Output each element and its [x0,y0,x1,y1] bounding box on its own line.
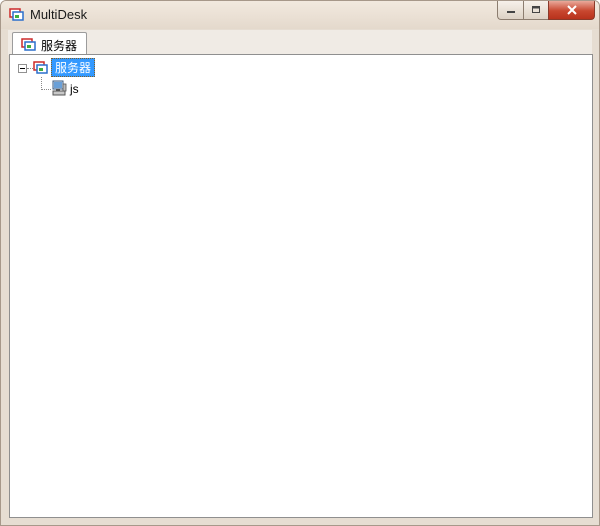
minimize-button[interactable] [497,1,523,20]
close-button[interactable] [548,1,595,20]
maximize-icon [532,6,540,13]
server-tree-panel: 服务器 js [9,54,593,518]
title-bar[interactable]: MultiDesk [1,1,599,29]
server-group-icon [33,61,48,74]
window-title: MultiDesk [30,7,88,22]
tree-node-root[interactable]: 服务器 [51,58,96,77]
window-bottom-border [1,518,599,525]
minimize-icon [506,11,515,13]
tree-node-js[interactable]: js [70,81,79,97]
collapse-toggle-icon[interactable] [18,64,27,73]
close-icon [566,5,577,15]
server-tree: 服务器 js [10,55,592,517]
computer-icon [52,80,67,96]
maximize-button[interactable] [523,1,548,20]
server-group-icon [21,38,36,51]
tree-connector [41,89,51,90]
multidesk-app-icon [9,8,24,21]
tab-strip: 服务器 [8,30,592,57]
tab-label: 服务器 [41,38,78,53]
app-window: MultiDesk 服务器 服务器 js [0,0,600,526]
window-controls [497,1,595,21]
